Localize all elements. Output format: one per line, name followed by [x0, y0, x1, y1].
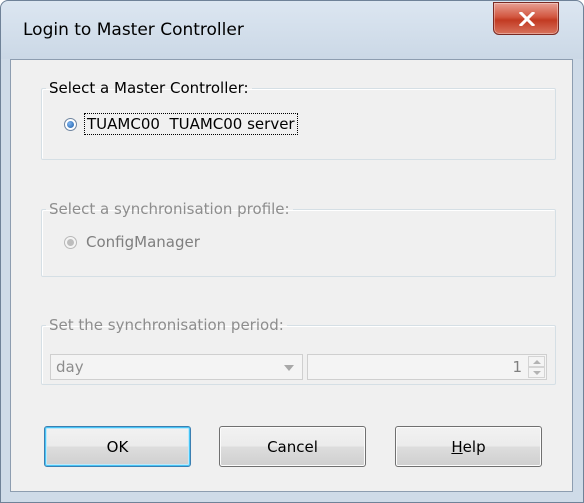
stepper-up-button[interactable] — [528, 356, 545, 367]
arrow-down-icon — [533, 371, 541, 375]
sync-period-value: 1 — [512, 358, 522, 376]
sync-period-unit-dropdown[interactable]: day — [50, 354, 303, 380]
sync-profile-option[interactable]: ConfigManager — [64, 233, 200, 251]
arrow-up-icon — [533, 360, 541, 364]
master-controller-group: Select a Master Controller: TUAMC00 TUAM… — [41, 79, 556, 160]
close-icon — [519, 12, 535, 26]
master-controller-group-title: Select a Master Controller: — [49, 79, 249, 97]
master-controller-option[interactable]: TUAMC00 TUAMC00 server — [64, 113, 298, 135]
sync-period-group: Set the synchronisation period: day 1 — [41, 316, 556, 385]
sync-profile-option-label[interactable]: ConfigManager — [86, 233, 200, 251]
ok-button-label: OK — [106, 437, 129, 456]
dialog-window: Login to Master Controller Select a Mast… — [0, 0, 584, 503]
cancel-button[interactable]: Cancel — [219, 426, 366, 467]
stepper-down-button[interactable] — [528, 367, 545, 378]
dialog-client-area: Select a Master Controller: TUAMC00 TUAM… — [10, 59, 573, 492]
sync-period-unit-value: day — [56, 358, 84, 376]
sync-period-value-stepper[interactable]: 1 — [307, 354, 547, 380]
chevron-down-icon — [284, 365, 294, 371]
sync-profile-group-title: Select a synchronisation profile: — [49, 200, 290, 218]
help-button-label: Help — [451, 437, 486, 456]
help-button[interactable]: Help — [395, 426, 542, 467]
cancel-button-label: Cancel — [267, 437, 318, 456]
sync-profile-group: Select a synchronisation profile: Config… — [41, 200, 556, 277]
master-controller-radio[interactable] — [64, 117, 77, 131]
master-controller-option-label[interactable]: TUAMC00 TUAMC00 server — [84, 113, 298, 135]
close-button[interactable] — [493, 2, 559, 35]
ok-button[interactable]: OK — [44, 426, 191, 467]
sync-period-group-title: Set the synchronisation period: — [49, 316, 284, 334]
sync-profile-radio[interactable] — [64, 235, 77, 249]
window-title: Login to Master Controller — [23, 20, 244, 40]
title-bar[interactable]: Login to Master Controller — [1, 1, 583, 59]
stepper-buttons — [528, 356, 545, 378]
